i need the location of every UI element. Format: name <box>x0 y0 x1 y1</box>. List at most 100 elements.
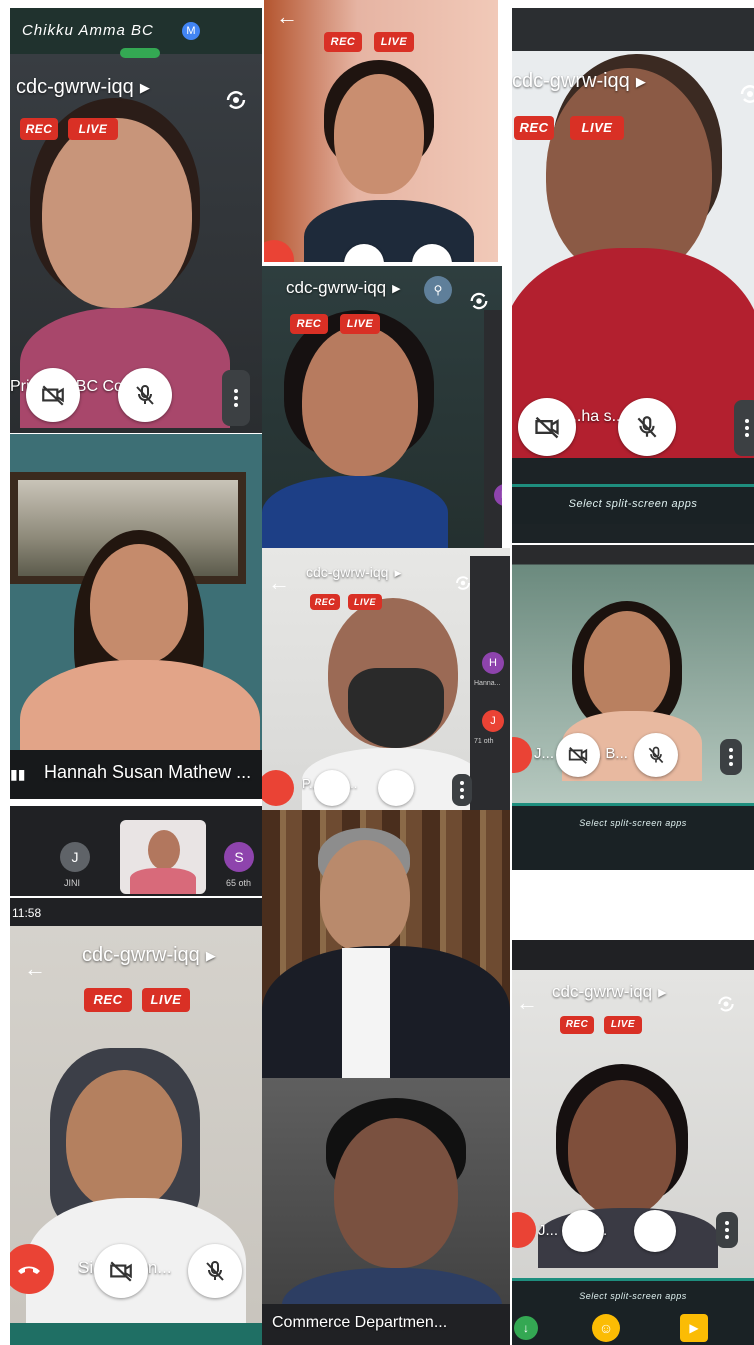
side-avatar-label: Hanna... <box>474 680 501 687</box>
rec-badge: REC <box>20 118 58 140</box>
more-options-button[interactable] <box>716 1212 738 1248</box>
app-icon-play[interactable]: ▶ <box>680 1314 708 1342</box>
participant-avatar-label: 65 oth <box>226 878 252 888</box>
mic-toggle-button[interactable] <box>118 368 172 422</box>
drag-handle[interactable] <box>120 48 160 58</box>
live-badge: LIVE <box>340 314 380 334</box>
rec-badge: REC <box>560 1016 594 1034</box>
participant-video <box>304 60 474 262</box>
rec-badge: REC <box>290 314 328 334</box>
meeting-code[interactable]: cdc-gwrw-iqq ▶ <box>16 76 150 99</box>
mic-off-icon <box>136 385 154 405</box>
mic-toggle-button[interactable] <box>634 733 678 777</box>
participant-video <box>512 48 754 458</box>
video-tile-top-right: cdc-gwrw-iqq ▶ REC LIVE ...ha s... Select… <box>512 8 754 543</box>
live-badge: LIVE <box>604 1016 642 1034</box>
pin-icon[interactable]: ⚲ <box>424 276 452 304</box>
camera-toggle-button[interactable] <box>94 1244 148 1298</box>
more-options-button[interactable] <box>452 774 472 806</box>
rec-badge: REC <box>324 32 362 52</box>
camera-toggle-button[interactable] <box>26 368 80 422</box>
contact-name: Chikku Amma BC <box>22 22 154 39</box>
status-time: 11:58 <box>12 906 42 920</box>
video-tile-hannah: ▮▮ Hannah Susan Mathew ... <box>10 434 262 799</box>
mic-toggle-button[interactable] <box>188 1244 242 1298</box>
video-tile-bottom-left: 11:58 ← cdc-gwrw-iqq▶ REC LIVE Si... Kar… <box>10 898 262 1345</box>
participant-avatar-label: JINI <box>64 878 81 888</box>
participant-name: Commerce Departmen... <box>272 1314 448 1331</box>
live-badge: LIVE <box>374 32 414 52</box>
mic-toggle-button[interactable] <box>634 1210 676 1252</box>
camera-off-icon <box>535 416 559 439</box>
more-options-button[interactable] <box>222 370 250 426</box>
live-badge: LIVE <box>142 988 190 1012</box>
participant-video <box>20 530 260 790</box>
mic-toggle-button[interactable] <box>378 770 414 806</box>
side-participants <box>484 310 502 548</box>
video-tile-bottom-right: ← cdc-gwrw-iqq▶ REC LIVE J... COB... Sel… <box>512 940 754 1345</box>
meeting-code[interactable]: cdc-gwrw-iqq ▶ <box>286 278 401 298</box>
video-tile-principal: Chikku Amma BC M cdc-gwrw-iqq ▶ REC LIVE … <box>10 8 262 433</box>
camera-off-icon <box>42 385 64 406</box>
video-tile-top-middle: ← REC LIVE <box>264 0 498 262</box>
more-vert-icon <box>234 396 238 400</box>
more-vert-icon <box>729 755 733 759</box>
mic-off-icon <box>648 746 664 764</box>
participants-strip: J JINI S 65 oth <box>10 806 262 896</box>
camera-off-icon <box>110 1261 132 1282</box>
split-screen-bar[interactable]: Select split-screen apps <box>512 1278 754 1345</box>
meeting-code[interactable]: cdc-gwrw-iqq ▶ <box>512 70 646 93</box>
mic-toggle-button[interactable] <box>618 398 676 456</box>
video-tile-middle-upper: cdc-gwrw-iqq▶ ⚲ REC LIVE H <box>262 266 502 548</box>
contact-badge: M <box>182 22 200 40</box>
video-tile-middle-lower: ← cdc-gwrw-iqq ▶ REC LIVE H Hanna... J 71… <box>262 548 510 810</box>
more-vert-icon <box>745 426 749 430</box>
more-vert-icon <box>460 788 464 792</box>
back-arrow-icon[interactable]: ← <box>268 572 290 594</box>
call-end-icon <box>18 1266 40 1274</box>
camera-toggle-button[interactable] <box>314 770 350 806</box>
switch-camera-icon[interactable] <box>716 994 736 1019</box>
more-options-button[interactable] <box>720 739 742 775</box>
side-avatar-label: 71 oth <box>474 738 494 745</box>
rec-badge: REC <box>84 988 132 1012</box>
back-arrow-icon[interactable]: ← <box>516 992 538 1014</box>
blank-area <box>512 870 754 940</box>
more-options-button[interactable] <box>734 400 754 456</box>
video-tile-center <box>262 810 510 1078</box>
rec-badge: REC <box>310 594 340 610</box>
participant-avatar[interactable]: S <box>224 842 254 872</box>
camera-toggle-button[interactable] <box>562 1210 604 1252</box>
participant-name: Hannah Susan Mathew ... <box>44 762 252 782</box>
split-screen-bar[interactable]: Select split-screen apps <box>512 803 754 870</box>
live-badge: LIVE <box>348 594 382 610</box>
back-arrow-icon[interactable]: ← <box>276 6 298 28</box>
participant-avatar[interactable]: J <box>60 842 90 872</box>
switch-camera-icon[interactable] <box>224 88 248 117</box>
participant-thumbnail[interactable] <box>120 820 206 894</box>
switch-camera-icon[interactable] <box>738 82 754 111</box>
rec-badge: REC <box>514 116 554 140</box>
mic-off-icon <box>206 1261 224 1281</box>
split-screen-bar[interactable]: Select split-screen apps <box>512 484 754 524</box>
bottom-accent-bar <box>10 1323 262 1345</box>
video-tile-mid-right: J... Varg... B... Select split-screen ap… <box>512 545 754 870</box>
participant-video <box>262 306 462 548</box>
meeting-code[interactable]: cdc-gwrw-iqq ▶ <box>552 982 667 1002</box>
audio-level-icon: ▮▮ <box>10 766 26 782</box>
live-badge: LIVE <box>68 118 118 140</box>
back-arrow-icon[interactable]: ← <box>24 958 46 980</box>
camera-toggle-button[interactable] <box>556 733 600 777</box>
more-vert-icon <box>725 1228 729 1232</box>
meeting-code[interactable]: cdc-gwrw-iqq ▶ <box>306 564 401 580</box>
meeting-code[interactable]: cdc-gwrw-iqq ▶ <box>82 944 216 967</box>
side-avatar[interactable]: J <box>482 710 504 732</box>
camera-off-icon <box>568 747 588 764</box>
video-tile-commerce: Commerce Departmen... <box>262 1078 510 1345</box>
side-avatar[interactable]: H <box>482 652 504 674</box>
camera-toggle-button[interactable] <box>518 398 576 456</box>
app-icon-emoji[interactable]: ☺ <box>592 1314 620 1342</box>
app-icon-download[interactable]: ↓ <box>514 1316 538 1340</box>
mic-off-icon <box>637 416 657 438</box>
participant-video <box>262 824 510 1078</box>
